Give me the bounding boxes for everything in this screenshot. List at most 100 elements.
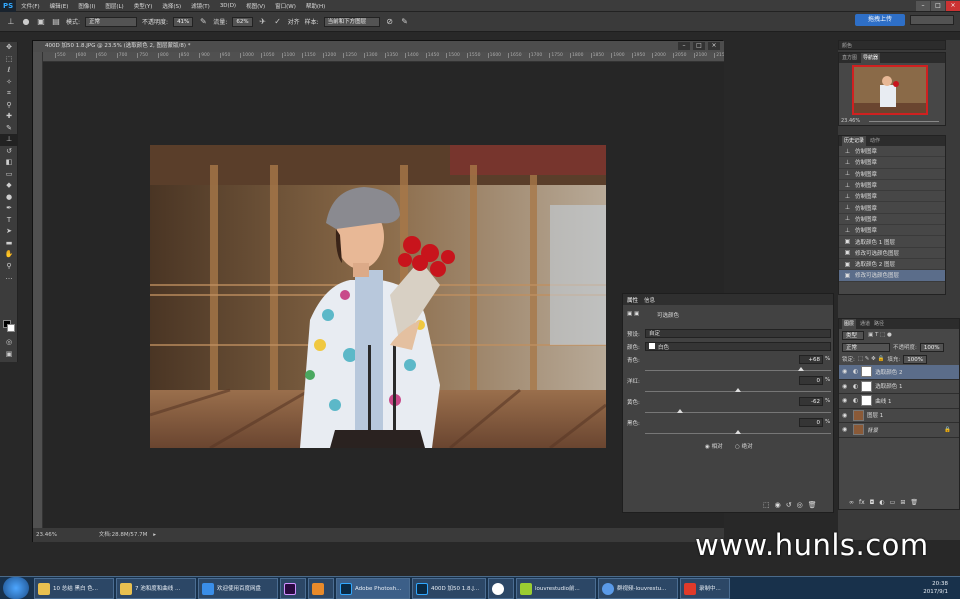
- yellow-slider-thumb[interactable]: [677, 409, 684, 413]
- eye-icon[interactable]: ◉: [842, 383, 850, 390]
- path-select-tool-icon[interactable]: ➤: [0, 226, 18, 238]
- history-item[interactable]: ⊥ 仿制图章: [839, 202, 945, 214]
- taskbar-item-group-video[interactable]: 群视频-louvrestu...: [598, 577, 678, 599]
- history-item[interactable]: ▣ 修改可选颜色图层: [839, 270, 945, 282]
- dodge-tool-icon[interactable]: ●: [0, 192, 18, 204]
- taskbar-item-recording[interactable]: 录制中...: [680, 577, 730, 599]
- taskbar-item-document[interactable]: 400D 加50 1.8.J...: [412, 577, 486, 599]
- start-button[interactable]: [3, 577, 29, 599]
- pen-tool-icon[interactable]: ✒: [0, 203, 18, 215]
- delete-icon[interactable]: 🗑: [808, 501, 817, 509]
- hand-tool-icon[interactable]: ✋: [0, 249, 18, 261]
- drag-upload-button[interactable]: 拖拽上传: [855, 14, 905, 26]
- taskbar-item-folder-2[interactable]: 7 池和度和曲线 ...: [116, 577, 196, 599]
- document-tab[interactable]: 400D 加50 1.8.JPG @ 23.5% (选取颜色 2, 图层蒙版/8…: [33, 41, 724, 52]
- type-tool-icon[interactable]: T: [0, 215, 18, 227]
- history-item[interactable]: ⊥ 仿制图章: [839, 214, 945, 226]
- clone-stamp-tool-icon[interactable]: ⊥: [0, 134, 18, 146]
- tab-histogram[interactable]: 直方图: [842, 53, 857, 63]
- menu-edit[interactable]: 编辑(E): [45, 2, 74, 10]
- tab-properties[interactable]: 属性: [627, 296, 638, 304]
- layer-row[interactable]: ◉ ◐ 曲线 1: [839, 394, 959, 409]
- zoom-tool-icon[interactable]: ⚲: [0, 261, 18, 273]
- tab-paths[interactable]: 路径: [874, 319, 884, 329]
- black-value[interactable]: 0: [799, 418, 823, 427]
- filter-icons[interactable]: ▣ T ⬚ ●: [868, 332, 892, 338]
- gradient-tool-icon[interactable]: ▭: [0, 169, 18, 181]
- menu-3d[interactable]: 3D(D): [215, 3, 241, 9]
- history-item[interactable]: ⊥ 仿制图章: [839, 180, 945, 192]
- zoom-readout[interactable]: 23.46%: [36, 532, 57, 538]
- fx-icon[interactable]: fx: [859, 499, 865, 506]
- menu-file[interactable]: 文件(F): [16, 2, 44, 10]
- visibility-icon[interactable]: ◎: [797, 501, 803, 509]
- history-item[interactable]: ⊥ 仿制图章: [839, 191, 945, 203]
- menu-view[interactable]: 视图(V): [241, 2, 270, 10]
- screen-mode-icon[interactable]: ▣: [0, 349, 18, 361]
- navigator-zoom-slider[interactable]: [869, 121, 939, 122]
- layer-thumbnail[interactable]: [853, 424, 864, 436]
- layer-opacity-field[interactable]: 100%: [919, 342, 944, 352]
- yellow-slider-track[interactable]: [645, 412, 831, 413]
- layer-row[interactable]: ◉ ◐ 选取颜色 2: [839, 365, 959, 380]
- menu-filter[interactable]: 滤镜(T): [186, 2, 215, 10]
- mask-thumbnail[interactable]: [861, 395, 873, 407]
- history-item[interactable]: ⊥ 仿制图章: [839, 169, 945, 180]
- taskbar-item-louvre[interactable]: louvrestudio前...: [516, 577, 596, 599]
- brush-tool-icon[interactable]: ✎: [0, 123, 18, 135]
- navigator-preview[interactable]: [852, 65, 928, 115]
- eye-icon[interactable]: ◉: [842, 426, 850, 433]
- pressure-size-icon[interactable]: ✎: [400, 17, 410, 27]
- eye-icon[interactable]: ◉: [842, 368, 850, 375]
- eraser-tool-icon[interactable]: ◧: [0, 157, 18, 169]
- black-slider-thumb[interactable]: [735, 430, 741, 434]
- color-dropdown[interactable]: 白色: [645, 342, 831, 351]
- preset-dropdown[interactable]: 自定: [645, 329, 831, 338]
- eye-icon[interactable]: ◉: [842, 397, 850, 404]
- crop-tool-icon[interactable]: ⌗: [0, 88, 18, 100]
- absolute-radio[interactable]: ○ 绝对: [735, 442, 753, 450]
- link-layers-icon[interactable]: ∞: [849, 499, 854, 506]
- clip-to-layer-icon[interactable]: ⬚: [763, 501, 770, 509]
- tab-channels[interactable]: 通道: [860, 319, 870, 329]
- history-brush-tool-icon[interactable]: ↺: [0, 146, 18, 158]
- menu-help[interactable]: 帮助(H): [301, 2, 330, 10]
- menu-window[interactable]: 窗口(W): [270, 2, 301, 10]
- pressure-opacity-icon[interactable]: ✎: [198, 17, 208, 27]
- move-tool-icon[interactable]: ✥: [0, 42, 18, 54]
- taskbar-item-baidu[interactable]: 欢迎使用百度网盘: [198, 577, 278, 599]
- tab-layers[interactable]: 图层: [842, 319, 857, 329]
- shape-tool-icon[interactable]: ▬: [0, 238, 18, 250]
- close-icon[interactable]: ×: [946, 0, 960, 11]
- history-item[interactable]: ⊥ 仿制图章: [839, 146, 945, 158]
- taskbar-item-photoshop[interactable]: Adobe Photosh...: [336, 577, 410, 599]
- reset-icon[interactable]: ↺: [786, 501, 792, 509]
- aligned-checkbox[interactable]: ✓: [273, 17, 283, 27]
- history-item[interactable]: ⊥ 仿制图章: [839, 157, 945, 169]
- new-group-icon[interactable]: ▭: [890, 499, 896, 506]
- mask-thumbnail[interactable]: [861, 380, 873, 392]
- eyedropper-tool-icon[interactable]: ⚲: [0, 100, 18, 112]
- taskbar-item-premiere[interactable]: [280, 577, 306, 599]
- cyan-slider-thumb[interactable]: [798, 367, 805, 371]
- history-item[interactable]: ▣ 选取颜色 2 图层: [839, 259, 945, 271]
- blend-mode-dropdown[interactable]: 正常: [842, 342, 890, 352]
- navigator-zoom[interactable]: 23.46%: [841, 118, 860, 124]
- history-item[interactable]: ▣ 修改可选颜色图层: [839, 248, 945, 259]
- system-clock[interactable]: 20:38 2017/9/1: [923, 580, 960, 596]
- minimize-icon[interactable]: –: [916, 0, 930, 11]
- taskbar-item-folder-1[interactable]: 10 总结 黑白 色...: [34, 577, 114, 599]
- relative-radio[interactable]: ◉ 相对: [705, 442, 723, 450]
- menu-select[interactable]: 选择(S): [157, 2, 186, 10]
- brush-size-icon[interactable]: ●: [21, 17, 31, 27]
- new-layer-icon[interactable]: ⊞: [900, 499, 905, 506]
- color-panel-collapsed[interactable]: 颜色: [838, 40, 946, 50]
- background-color-swatch[interactable]: [7, 324, 15, 332]
- mode-dropdown[interactable]: 正常: [85, 16, 138, 27]
- magenta-slider-thumb[interactable]: [735, 388, 741, 392]
- history-item[interactable]: ⊥ 仿制图章: [839, 225, 945, 237]
- tab-info[interactable]: 信息: [644, 296, 655, 304]
- layer-row[interactable]: ◉ ◐ 选取颜色 1: [839, 380, 959, 394]
- menu-type[interactable]: 类型(Y): [129, 2, 158, 10]
- view-previous-icon[interactable]: ◉: [775, 501, 781, 509]
